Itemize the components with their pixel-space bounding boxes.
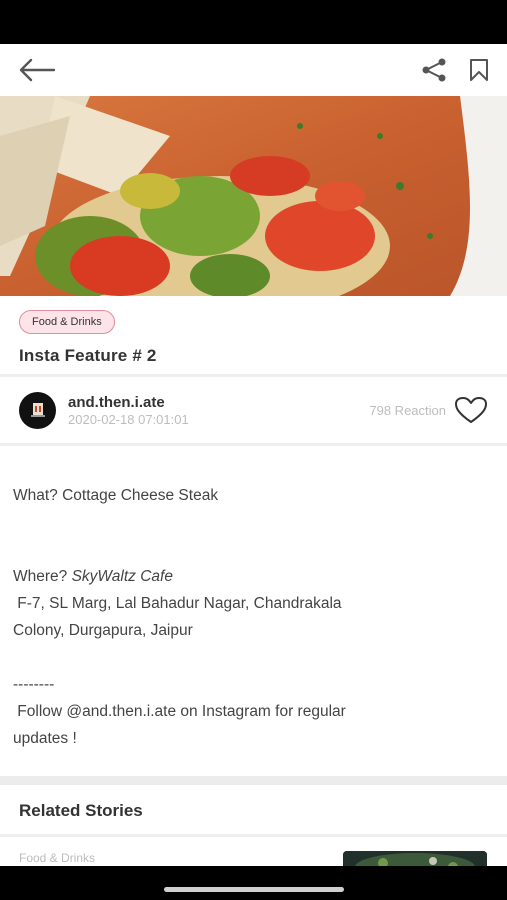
bookmark-icon	[470, 59, 488, 81]
status-bar	[0, 0, 507, 44]
arrow-left-icon	[19, 58, 56, 82]
reaction-count: 798 Reaction	[369, 402, 446, 418]
share-button[interactable]	[421, 58, 447, 82]
article-screen: Food & Drinks Insta Feature # 2 and.then…	[0, 44, 507, 866]
author-logo-icon	[30, 403, 45, 417]
author-name[interactable]: and.then.i.ate	[68, 394, 369, 411]
related-story-thumbnail	[343, 851, 487, 866]
body-where-place: SkyWaltz Cafe	[71, 568, 173, 585]
avatar[interactable]	[19, 391, 56, 429]
body-follow-line-1: Follow @and.then.i.ate on Instagram for …	[13, 703, 346, 720]
related-story-item[interactable]: Food & Drinks	[0, 837, 507, 866]
article-title: Insta Feature # 2	[19, 346, 157, 365]
body-where-prefix: Where?	[13, 568, 68, 585]
article-meta: Food & Drinks Insta Feature # 2	[0, 296, 507, 374]
heart-icon	[455, 397, 487, 423]
body-address-line-2: Colony, Durgapura, Jaipur	[13, 622, 193, 639]
like-button[interactable]	[454, 396, 488, 424]
back-button[interactable]	[18, 58, 56, 82]
body-address-line-1: F-7, SL Marg, Lal Bahadur Nagar, Chandra…	[13, 595, 342, 612]
author-row: and.then.i.ate 2020-02-18 07:01:01 798 R…	[0, 377, 507, 443]
bookmark-button[interactable]	[469, 59, 489, 81]
top-app-bar	[0, 44, 507, 96]
body-separator: --------	[13, 676, 55, 693]
body-where: Where? SkyWaltz Cafe	[13, 563, 494, 590]
body-what: What? Cottage Cheese Steak	[13, 487, 219, 504]
home-indicator[interactable]	[164, 887, 344, 892]
system-navigation-bar	[0, 866, 507, 900]
post-date: 2020-02-18 07:01:01	[68, 411, 189, 427]
related-stories-heading: Related Stories	[19, 801, 143, 820]
section-divider	[0, 776, 507, 785]
article-body: What? Cottage Cheese Steak Where? SkyWal…	[0, 446, 507, 776]
article-hero-image	[0, 96, 507, 296]
category-tag[interactable]: Food & Drinks	[19, 310, 115, 334]
share-icon	[422, 58, 446, 82]
reactions: 798 Reaction	[369, 396, 488, 424]
body-follow-line-2: updates !	[13, 730, 77, 747]
